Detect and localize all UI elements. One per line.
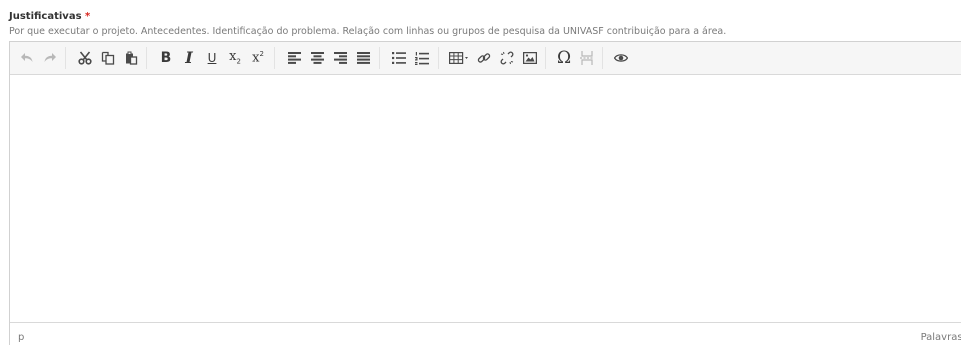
toolbar-separator — [379, 47, 380, 69]
table-icon — [449, 52, 469, 64]
copy-icon — [101, 51, 115, 65]
paste-button[interactable] — [120, 48, 142, 68]
italic-icon: I — [185, 48, 193, 67]
numbered-list-icon — [415, 51, 429, 65]
editor-statusbar: p Palavras: ( — [10, 322, 961, 346]
element-path[interactable]: p — [18, 332, 24, 344]
align-justify-button[interactable] — [352, 48, 374, 68]
copy-button[interactable] — [97, 48, 119, 68]
link-button[interactable] — [473, 48, 495, 68]
bold-icon: B — [160, 50, 172, 66]
page-break-button[interactable] — [576, 48, 598, 68]
bold-button[interactable]: B — [155, 48, 177, 68]
unlink-button[interactable] — [496, 48, 518, 68]
italic-button[interactable]: I — [178, 48, 200, 68]
field-label: Justificativas * — [9, 11, 90, 23]
align-center-icon — [310, 52, 324, 64]
underline-button[interactable]: U — [201, 48, 223, 68]
toolbar-separator — [146, 47, 147, 69]
align-left-icon — [287, 52, 301, 64]
word-count: Palavras: ( — [920, 332, 961, 343]
justificativas-field: Justificativas * Por que executar o proj… — [0, 0, 961, 346]
redo-icon — [43, 52, 57, 64]
cut-icon — [78, 51, 92, 65]
align-left-button[interactable] — [283, 48, 305, 68]
editor-content-area[interactable] — [10, 75, 961, 322]
editor-toolbar: B I U x2 x2 Ω — [10, 42, 961, 75]
required-marker: * — [85, 11, 91, 22]
paste-icon — [124, 51, 138, 65]
toolbar-separator — [274, 47, 275, 69]
undo-icon — [20, 52, 34, 64]
superscript-button[interactable]: x2 — [247, 48, 269, 68]
page-break-icon — [580, 51, 594, 65]
toolbar-separator — [438, 47, 439, 69]
redo-button[interactable] — [39, 48, 61, 68]
image-button[interactable] — [519, 48, 541, 68]
preview-icon — [614, 53, 628, 63]
align-justify-icon — [356, 52, 370, 64]
align-right-icon — [333, 52, 347, 64]
cut-button[interactable] — [74, 48, 96, 68]
underline-icon: U — [207, 51, 217, 65]
bullet-list-button[interactable] — [388, 48, 410, 68]
subscript-button[interactable]: x2 — [224, 48, 246, 68]
numbered-list-button[interactable] — [411, 48, 433, 68]
field-help-text: Por que executar o projeto. Antecedentes… — [9, 26, 727, 37]
superscript-icon: x2 — [252, 50, 264, 66]
table-button[interactable] — [446, 48, 472, 68]
special-char-button[interactable]: Ω — [553, 48, 575, 68]
field-label-text: Justificativas — [9, 11, 82, 22]
special-char-icon: Ω — [556, 47, 572, 68]
preview-button[interactable] — [610, 48, 632, 68]
image-icon — [523, 52, 537, 64]
bullet-list-icon — [392, 52, 406, 64]
toolbar-separator — [602, 47, 603, 69]
toolbar-separator — [545, 47, 546, 69]
unlink-icon — [500, 51, 514, 65]
align-right-button[interactable] — [329, 48, 351, 68]
link-icon — [477, 51, 491, 65]
subscript-icon: x2 — [229, 49, 241, 66]
align-center-button[interactable] — [306, 48, 328, 68]
rich-text-editor: B I U x2 x2 Ω p Palavras — [9, 41, 961, 346]
toolbar-separator — [65, 47, 66, 69]
undo-button[interactable] — [16, 48, 38, 68]
